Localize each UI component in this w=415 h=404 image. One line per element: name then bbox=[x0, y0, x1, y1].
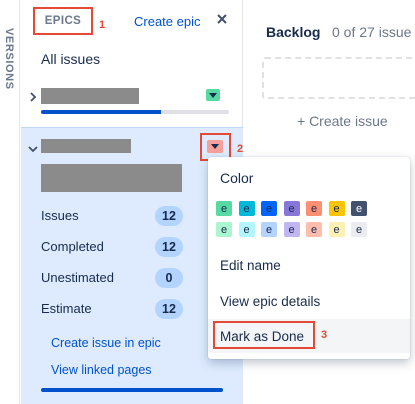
color-swatch[interactable]: e bbox=[328, 201, 345, 216]
color-swatch[interactable]: e bbox=[216, 201, 232, 216]
versions-strip[interactable]: VERSIONS bbox=[0, 0, 20, 404]
stat-issues: Issues 12 bbox=[41, 206, 183, 226]
epic-dropdown-toggle[interactable] bbox=[206, 89, 220, 101]
annotation-3: 3 bbox=[321, 329, 328, 341]
epics-tab-label: EPICS bbox=[44, 15, 82, 27]
stat-badge: 12 bbox=[155, 299, 183, 319]
stat-label: Estimate bbox=[41, 301, 92, 316]
epic-progress-bar bbox=[41, 388, 223, 392]
backlog-title: Backlog bbox=[266, 24, 321, 40]
color-heading: Color bbox=[220, 170, 254, 186]
color-swatch[interactable]: e bbox=[328, 222, 345, 237]
annotation-2: 2 bbox=[237, 143, 244, 155]
epic-progress-fill bbox=[41, 110, 162, 114]
menu-item-mark-as-done[interactable]: Mark as Done 3 bbox=[208, 319, 410, 353]
epic-progress-bar bbox=[41, 110, 229, 114]
view-linked-pages-link[interactable]: View linked pages bbox=[51, 363, 152, 377]
epic-dropdown-toggle[interactable] bbox=[207, 140, 223, 153]
color-swatch[interactable]: e bbox=[238, 222, 255, 237]
color-swatch[interactable]: e bbox=[351, 222, 367, 237]
create-epic-link[interactable]: Create epic bbox=[134, 14, 200, 29]
menu-item-edit-name[interactable]: Edit name bbox=[208, 248, 410, 282]
stat-badge: 12 bbox=[155, 206, 183, 226]
epics-tab[interactable]: EPICS bbox=[33, 7, 93, 35]
color-swatch[interactable]: e bbox=[261, 201, 277, 216]
color-swatch[interactable]: e bbox=[283, 201, 300, 216]
create-issue-button[interactable]: + Create issue bbox=[297, 113, 388, 129]
epic-name-redacted bbox=[41, 88, 139, 104]
stat-badge: 12 bbox=[155, 237, 183, 257]
stat-label: Completed bbox=[41, 239, 104, 254]
highlight-box bbox=[213, 321, 315, 349]
annotation-1: 1 bbox=[99, 19, 106, 31]
menu-item-label: View epic details bbox=[220, 293, 321, 309]
menu-item-label: Edit name bbox=[220, 257, 281, 273]
color-swatch[interactable]: e bbox=[216, 222, 232, 237]
color-swatch[interactable]: e bbox=[261, 222, 277, 237]
stat-label: Issues bbox=[41, 208, 79, 223]
menu-item-view-epic-details[interactable]: View epic details bbox=[208, 284, 410, 318]
stat-unestimated: Unestimated 0 bbox=[41, 268, 183, 288]
color-swatch[interactable]: e bbox=[283, 222, 300, 237]
color-swatch[interactable]: e bbox=[306, 201, 322, 216]
backlog-issue-count: 0 of 27 issue bbox=[332, 24, 412, 40]
epic-item-1[interactable] bbox=[21, 80, 243, 120]
epic-description-redacted bbox=[41, 164, 182, 192]
epic-options-menu: Color eeeeeeeeeeeeee Edit name View epic… bbox=[208, 157, 410, 359]
stat-label: Unestimated bbox=[41, 270, 114, 285]
epic-name-redacted bbox=[41, 139, 131, 153]
create-issue-in-epic-link[interactable]: Create issue in epic bbox=[51, 336, 161, 350]
chevron-right-icon[interactable] bbox=[28, 89, 38, 102]
color-swatch[interactable]: e bbox=[351, 201, 367, 216]
backlog-drop-zone[interactable] bbox=[262, 57, 415, 99]
stat-badge: 0 bbox=[155, 268, 183, 288]
stat-estimate: Estimate 12 bbox=[41, 299, 183, 319]
color-swatch[interactable]: e bbox=[238, 201, 255, 216]
stat-completed: Completed 12 bbox=[41, 237, 183, 257]
chevron-down-icon[interactable] bbox=[28, 141, 38, 153]
all-issues-item[interactable]: All issues bbox=[41, 51, 100, 67]
versions-tab-label[interactable]: VERSIONS bbox=[3, 28, 15, 90]
color-swatch[interactable]: e bbox=[306, 222, 322, 237]
close-icon[interactable] bbox=[214, 11, 230, 27]
